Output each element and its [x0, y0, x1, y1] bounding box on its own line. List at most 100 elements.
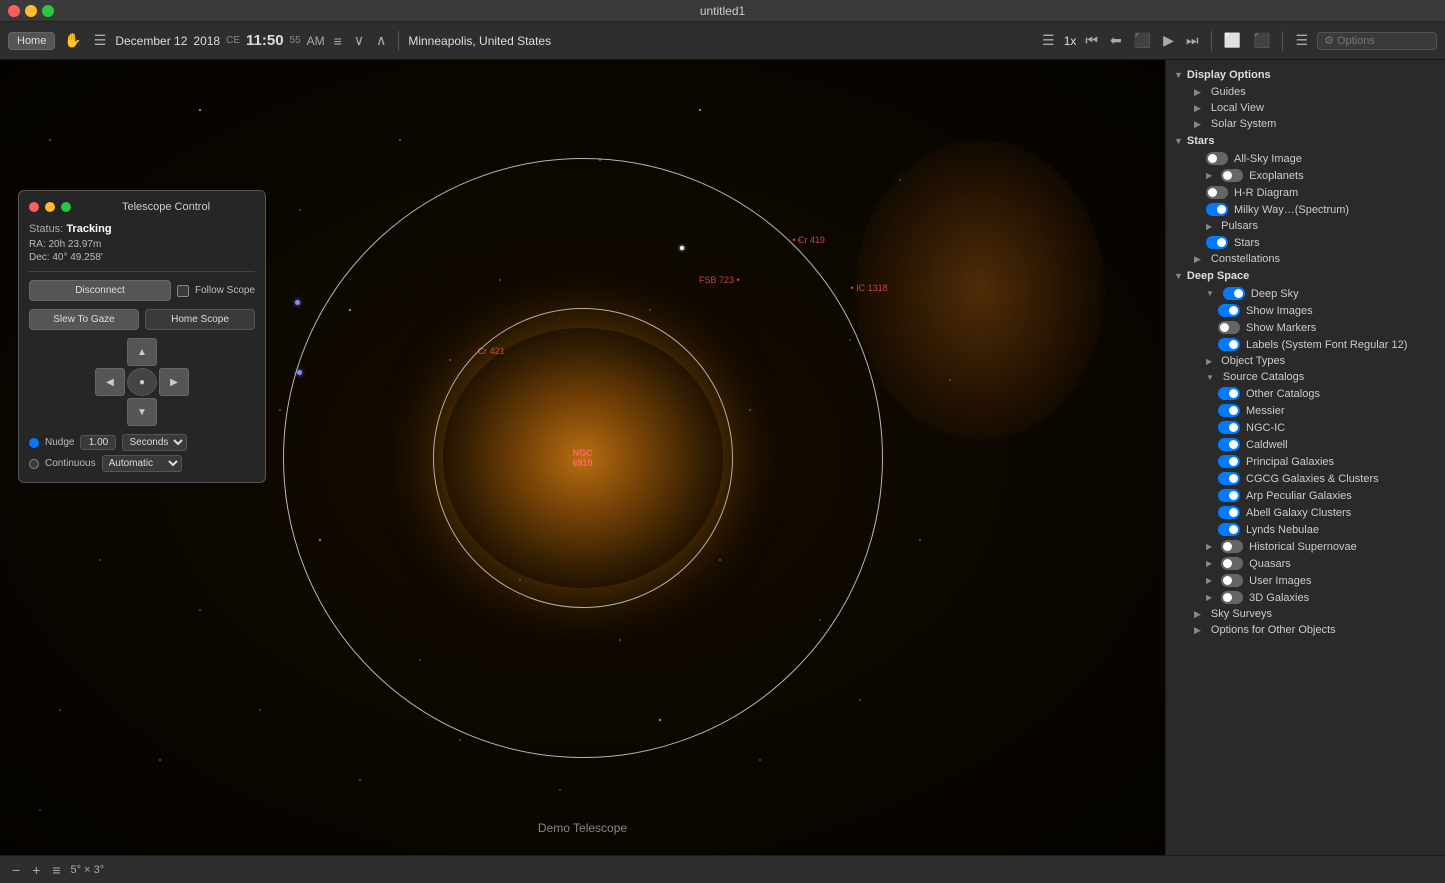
panel-close[interactable]: [29, 202, 39, 212]
sidebar-item-user-images[interactable]: ▶ User Images: [1166, 572, 1445, 589]
ngcic-toggle[interactable]: [1218, 421, 1240, 434]
nudge-radio[interactable]: [29, 438, 39, 448]
layout-2-icon[interactable]: ⬛: [1250, 30, 1273, 51]
sidebar-item-other-catalogs[interactable]: Other Catalogs: [1166, 385, 1445, 402]
sidebar-item-local-view[interactable]: ▶ Local View: [1166, 100, 1445, 116]
sidebar-item-arp[interactable]: Arp Peculiar Galaxies: [1166, 487, 1445, 504]
sidebar-item-guides[interactable]: ▶ Guides: [1166, 84, 1445, 100]
nudge-label: Nudge: [45, 437, 74, 448]
skip-forward-icon[interactable]: ⏭: [1183, 30, 1202, 51]
sidebar-item-abell[interactable]: Abell Galaxy Clusters: [1166, 504, 1445, 521]
sidebar-item-historical[interactable]: ▶ Historical Supernovae: [1166, 538, 1445, 555]
sidebar-item-object-types[interactable]: ▶ Object Types: [1166, 353, 1445, 369]
labels-toggle[interactable]: [1218, 338, 1240, 351]
show-markers-toggle[interactable]: [1218, 321, 1240, 334]
sidebar-item-ngcic[interactable]: NGC-IC: [1166, 419, 1445, 436]
sky-surveys-label: Sky Surveys: [1211, 608, 1272, 620]
play-icon[interactable]: ▶: [1160, 30, 1177, 51]
messier-toggle[interactable]: [1218, 404, 1240, 417]
arp-toggle[interactable]: [1218, 489, 1240, 502]
all-sky-toggle[interactable]: [1206, 152, 1228, 165]
toolbar-ampm: AM: [307, 34, 325, 48]
sidebar-item-show-markers[interactable]: Show Markers: [1166, 319, 1445, 336]
quasars-toggle[interactable]: [1221, 557, 1243, 570]
automatic-select[interactable]: Automatic: [102, 455, 182, 472]
sidebar-item-show-images[interactable]: Show Images: [1166, 302, 1445, 319]
zoom-in-button[interactable]: +: [30, 862, 42, 878]
3d-galaxies-toggle[interactable]: [1221, 591, 1243, 604]
hand-icon[interactable]: ✋: [61, 30, 84, 51]
exoplanets-toggle[interactable]: [1221, 169, 1243, 182]
layout-1-icon[interactable]: ⬜: [1221, 30, 1244, 51]
sidebar-item-constellations[interactable]: ▶ Constellations: [1166, 251, 1445, 267]
deep-sky-toggle[interactable]: [1223, 287, 1245, 300]
user-images-toggle[interactable]: [1221, 574, 1243, 587]
hamburger-icon[interactable]: ☰: [1039, 30, 1058, 51]
cgcg-toggle[interactable]: [1218, 472, 1240, 485]
stop-icon[interactable]: ⬛: [1131, 30, 1154, 51]
options-search-input[interactable]: [1317, 32, 1437, 50]
principal-galaxies-toggle[interactable]: [1218, 455, 1240, 468]
sidebar-item-cgcg[interactable]: CGCG Galaxies & Clusters: [1166, 470, 1445, 487]
slew-button[interactable]: Slew To Gaze: [29, 309, 139, 330]
dpad-right[interactable]: ▶: [159, 368, 189, 396]
show-images-toggle[interactable]: [1218, 304, 1240, 317]
sidebar-item-labels[interactable]: Labels (System Font Regular 12): [1166, 336, 1445, 353]
panel-minimize[interactable]: [45, 202, 55, 212]
minimize-button[interactable]: [25, 5, 37, 17]
other-catalogs-toggle[interactable]: [1218, 387, 1240, 400]
zoom-out-button[interactable]: −: [10, 862, 22, 878]
sidebar-item-exoplanets[interactable]: ▶ Exoplanets: [1166, 167, 1445, 184]
disconnect-button[interactable]: Disconnect: [29, 280, 171, 301]
sidebar-item-deep-sky[interactable]: ▼ Deep Sky: [1166, 285, 1445, 302]
lynds-toggle[interactable]: [1218, 523, 1240, 536]
sky-view[interactable]: • Cr 419 • IC 1318 FSB 723 • Cr 421 NGC …: [0, 60, 1165, 855]
panel-maximize[interactable]: [61, 202, 71, 212]
continuous-radio[interactable]: [29, 459, 39, 469]
deep-space-header[interactable]: ▼ Deep Space: [1166, 267, 1445, 285]
home-button[interactable]: Home: [8, 32, 55, 50]
sidebar-item-source-catalogs[interactable]: ▼ Source Catalogs: [1166, 369, 1445, 385]
sidebar-item-solar-system[interactable]: ▶ Solar System: [1166, 116, 1445, 132]
sidebar-item-sky-surveys[interactable]: ▶ Sky Surveys: [1166, 606, 1445, 622]
sidebar-item-caldwell[interactable]: Caldwell: [1166, 436, 1445, 453]
menu-icon[interactable]: ☰: [91, 30, 110, 51]
status-label: Status:: [29, 223, 63, 235]
triangle-icon[interactable]: ∧: [373, 30, 389, 51]
sidebar-item-options-other[interactable]: ▶ Options for Other Objects: [1166, 622, 1445, 638]
list-view-button[interactable]: ≡: [50, 862, 62, 878]
sidebar-item-stars[interactable]: Stars: [1166, 234, 1445, 251]
time-options-icon[interactable]: ≡: [331, 31, 345, 51]
historical-toggle[interactable]: [1221, 540, 1243, 553]
sidebar-item-milky-way[interactable]: Milky Way…(Spectrum): [1166, 201, 1445, 218]
close-button[interactable]: [8, 5, 20, 17]
sidebar-item-hr[interactable]: H-R Diagram: [1166, 184, 1445, 201]
dpad-down[interactable]: ▼: [127, 398, 157, 426]
wedge-icon[interactable]: ∨: [351, 30, 367, 51]
sidebar-item-quasars[interactable]: ▶ Quasars: [1166, 555, 1445, 572]
dpad-up[interactable]: ▲: [127, 338, 157, 366]
options-icon[interactable]: ☰: [1292, 30, 1311, 51]
home-scope-button[interactable]: Home Scope: [145, 309, 255, 330]
sidebar-item-all-sky[interactable]: All-Sky Image: [1166, 150, 1445, 167]
sidebar-item-lynds[interactable]: Lynds Nebulae: [1166, 521, 1445, 538]
sidebar-item-3d-galaxies[interactable]: ▶ 3D Galaxies: [1166, 589, 1445, 606]
dpad-center[interactable]: ●: [127, 368, 157, 396]
dpad-left[interactable]: ◀: [95, 368, 125, 396]
skip-back-icon[interactable]: ⏮: [1082, 30, 1101, 51]
sidebar-item-messier[interactable]: Messier: [1166, 402, 1445, 419]
nudge-unit-select[interactable]: Seconds: [122, 434, 187, 451]
follow-checkbox[interactable]: [177, 285, 189, 297]
step-back-icon[interactable]: ⬅: [1107, 30, 1125, 51]
milky-way-toggle[interactable]: [1206, 203, 1228, 216]
sidebar-item-principal-galaxies[interactable]: Principal Galaxies: [1166, 453, 1445, 470]
stars-section-header[interactable]: ▼ Stars: [1166, 132, 1445, 150]
hr-toggle[interactable]: [1206, 186, 1228, 199]
caldwell-toggle[interactable]: [1218, 438, 1240, 451]
nudge-input[interactable]: [80, 435, 116, 450]
sidebar-item-pulsars[interactable]: ▶ Pulsars: [1166, 218, 1445, 234]
maximize-button[interactable]: [42, 5, 54, 17]
stars-toggle[interactable]: [1206, 236, 1228, 249]
display-options-header[interactable]: ▼ Display Options: [1166, 66, 1445, 84]
abell-toggle[interactable]: [1218, 506, 1240, 519]
